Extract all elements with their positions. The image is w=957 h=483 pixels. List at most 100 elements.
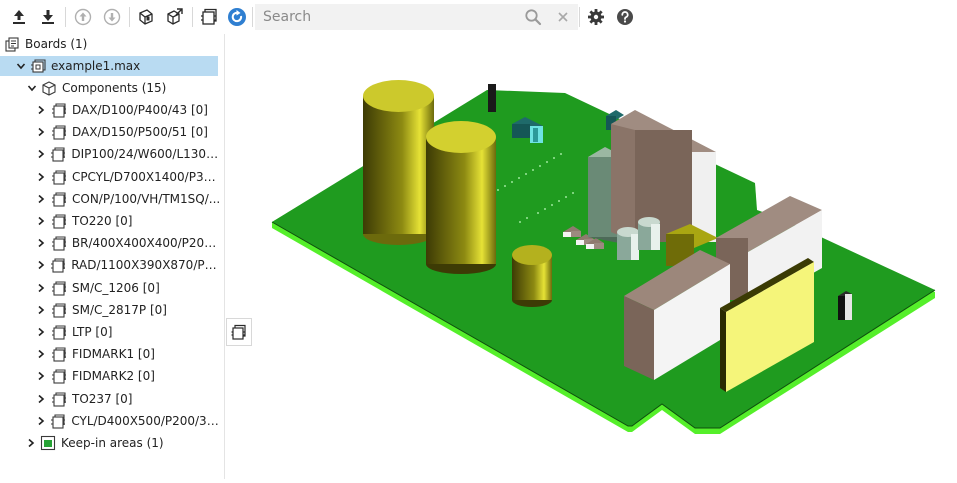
clear-icon: [558, 12, 568, 22]
tree-item-label: LTP [0]: [72, 325, 113, 339]
upload-button[interactable]: [8, 6, 30, 28]
tree-item-component[interactable]: CPCYL/D700X1400/P30...: [0, 167, 222, 187]
clear-search-button[interactable]: [552, 6, 574, 28]
chevron-right-icon[interactable]: [34, 369, 48, 383]
search-icon: [525, 9, 542, 26]
tree-item-boards[interactable]: Boards (1): [0, 34, 224, 54]
component-icon: [51, 280, 67, 296]
tree-item-label: SM/C_2817P [0]: [72, 302, 167, 317]
toolbar-separator: [192, 7, 193, 27]
3d-board-viewport[interactable]: [252, 36, 957, 479]
component-icon: [51, 213, 67, 229]
tree-item-component[interactable]: FIDMARK1 [0]: [0, 344, 222, 364]
tree-item-component[interactable]: SM/C_1206 [0]: [0, 278, 222, 298]
tree-item-components[interactable]: Components (15): [0, 78, 224, 98]
component-icon: [50, 257, 66, 273]
tree-item-keepin-areas[interactable]: Keep-in areas (1): [0, 433, 224, 453]
move-down-icon: [103, 8, 121, 26]
chevron-right-icon[interactable]: [34, 236, 48, 250]
component-panel-toggle-button[interactable]: [226, 318, 252, 346]
tree-item-label: DAX/D100/P400/43 [0]: [72, 103, 208, 117]
chevron-right-icon[interactable]: [34, 258, 47, 272]
tree-item-component[interactable]: BR/400X400X400/P200...: [0, 233, 222, 253]
chevron-right-icon[interactable]: [34, 214, 48, 228]
tree-item-component[interactable]: CON/P/100/VH/TM1SQ/...: [0, 189, 222, 209]
tree-item-component[interactable]: LTP [0]: [0, 322, 222, 342]
capacitor-small: [512, 245, 552, 307]
component-library-icon: [201, 8, 217, 25]
tree-item-label: CPCYL/D700X1400/P30...: [71, 169, 222, 184]
move-up-button[interactable]: [72, 6, 94, 28]
edit-component-button[interactable]: [164, 6, 186, 28]
search-button[interactable]: [522, 6, 544, 28]
board-icon: [30, 58, 46, 74]
tree-item-label: example1.max: [51, 59, 141, 73]
tree-item-label: CON/P/100/VH/TM1SQ/...: [72, 191, 221, 206]
tree-item-label: DIP100/24/W600/L1300 ...: [71, 147, 222, 162]
help-button[interactable]: [614, 6, 636, 28]
tree-item-label: FIDMARK2 [0]: [72, 369, 155, 384]
capacitor-large-2: [426, 121, 496, 274]
chevron-right-icon[interactable]: [34, 303, 48, 317]
chevron-right-icon[interactable]: [34, 192, 48, 206]
tree-item-label: Keep-in areas (1): [61, 436, 164, 450]
black-post: [488, 84, 496, 112]
tree-item-label: Boards (1): [25, 37, 88, 51]
component-icon: [50, 413, 66, 429]
component-library-icon: [231, 324, 246, 340]
chevron-right-icon[interactable]: [34, 170, 48, 184]
tree-item-component[interactable]: SM/C_2817P [0]: [0, 300, 222, 320]
component-icon: [51, 235, 67, 251]
move-down-button[interactable]: [101, 6, 123, 28]
chevron-right-icon[interactable]: [34, 103, 48, 117]
chevron-right-icon[interactable]: [34, 347, 48, 361]
refresh-button[interactable]: [226, 6, 248, 28]
keepin-area-icon: [40, 435, 56, 451]
edit-component-icon: [167, 8, 183, 25]
black-connector-right: [838, 291, 852, 320]
tree-item-label: TO220 [0]: [72, 214, 133, 228]
chevron-down-icon[interactable]: [25, 81, 39, 95]
toolbar: [0, 0, 957, 34]
chevron-right-icon[interactable]: [34, 281, 48, 295]
tree-item-component[interactable]: FIDMARK2 [0]: [0, 366, 222, 386]
chevron-right-icon[interactable]: [34, 414, 47, 428]
chevron-right-icon[interactable]: [24, 436, 38, 450]
tree-item-component[interactable]: TO220 [0]: [0, 211, 222, 231]
component-icon: [51, 391, 67, 407]
tree-item-component[interactable]: RAD/1100X390X870/P89...: [0, 255, 222, 275]
component-icon: [51, 346, 67, 362]
chevron-right-icon[interactable]: [34, 392, 48, 406]
search-input[interactable]: [263, 4, 518, 30]
settings-button[interactable]: [585, 6, 607, 28]
tree-item-component[interactable]: DAX/D150/P500/51 [0]: [0, 122, 222, 142]
tree-item-label: TO237 [0]: [72, 391, 133, 406]
tree-item-component[interactable]: DAX/D100/P400/43 [0]: [0, 100, 222, 120]
component-icon: [51, 368, 67, 384]
chevron-right-icon[interactable]: [34, 147, 47, 161]
move-up-icon: [74, 8, 92, 26]
chevron-down-icon[interactable]: [14, 59, 28, 73]
download-button[interactable]: [37, 6, 59, 28]
tree-item-board[interactable]: example1.max: [0, 56, 218, 76]
tree-item-label: SM/C_1206 [0]: [72, 280, 160, 295]
component-icon: [51, 124, 67, 140]
refresh-icon: [228, 8, 246, 26]
chevron-right-icon[interactable]: [34, 125, 48, 139]
paste-component-icon: [139, 9, 153, 25]
tree-item-component[interactable]: DIP100/24/W600/L1300 ...: [0, 144, 222, 164]
tree-item-component[interactable]: TO237 [0]: [0, 389, 222, 409]
chevron-right-icon[interactable]: [34, 325, 48, 339]
boards-icon: [4, 36, 20, 52]
help-icon: [617, 9, 633, 25]
settings-icon: [588, 9, 604, 25]
connector-brown-back: [611, 110, 716, 242]
component-library-button[interactable]: [198, 6, 220, 28]
tree-item-label: CYL/D400X500/P200/31 ...: [71, 413, 222, 428]
tree-item-label: FIDMARK1 [0]: [72, 347, 155, 362]
component-icon: [51, 102, 67, 118]
tree-item-component[interactable]: CYL/D400X500/P200/31 ...: [0, 411, 222, 431]
toolbar-separator: [579, 7, 580, 27]
paste-component-button[interactable]: [135, 6, 157, 28]
tree-item-label: DAX/D150/P500/51 [0]: [72, 125, 208, 140]
